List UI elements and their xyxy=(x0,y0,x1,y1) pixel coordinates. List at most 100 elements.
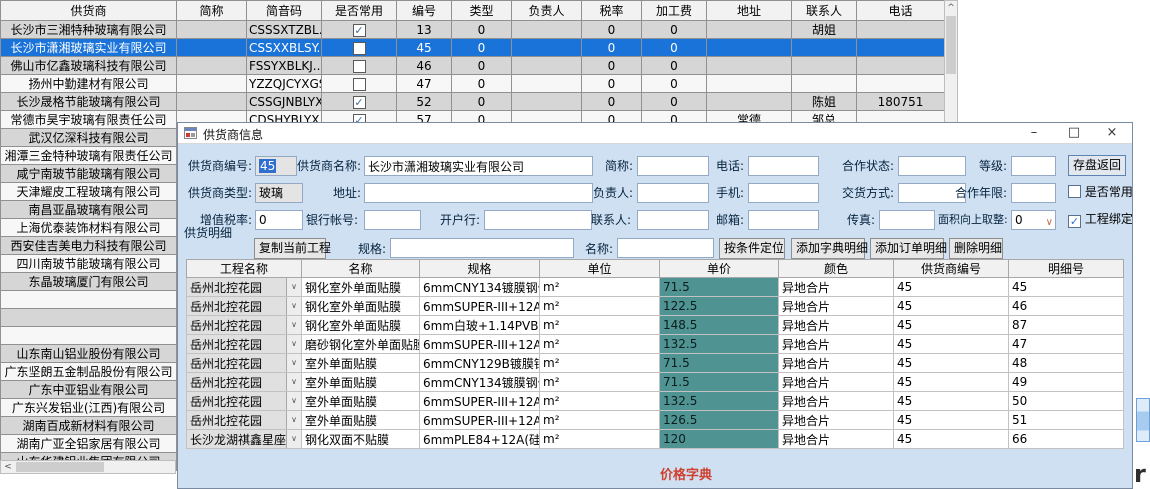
chevron-down-icon[interactable]: ∨ xyxy=(1046,214,1053,230)
supplier-row[interactable]: 长沙市三湘特种玻璃有限公司CSSSXTZBL...✓13000胡姐 xyxy=(1,21,945,39)
column-header[interactable]: 简音码 xyxy=(247,1,322,21)
detail-row[interactable]: 长沙龙湖祺鑫星座∨钢化双面不贴膜6mmPLE84+12A(硅酮胶...m²120… xyxy=(187,430,1124,449)
chevron-down-icon[interactable]: ∨ xyxy=(286,335,301,353)
supplier-row[interactable]: 长沙市潇湘玻璃实业有限公司CSSXXBLSY...45000 xyxy=(1,39,945,57)
area-round-up-combobox[interactable]: 0 ∨ xyxy=(1011,210,1056,230)
chevron-down-icon[interactable]: ∨ xyxy=(286,411,301,429)
chevron-down-icon[interactable]: ∨ xyxy=(286,278,301,296)
bank-name-field[interactable] xyxy=(484,210,592,230)
spec-filter-input[interactable] xyxy=(390,238,574,258)
is-common-checkbox[interactable]: 是否常用 xyxy=(1068,185,1133,201)
supplier-type-field[interactable]: 玻璃 xyxy=(255,183,303,203)
cell-project-combobox[interactable]: 岳州北控花园∨ xyxy=(187,373,302,392)
unchecked-checkbox-icon[interactable] xyxy=(353,78,366,91)
chevron-down-icon[interactable]: ∨ xyxy=(286,316,301,334)
manager-field[interactable] xyxy=(637,183,709,203)
scrollbar-thumb[interactable] xyxy=(16,462,104,472)
chevron-down-icon[interactable]: ∨ xyxy=(286,392,301,410)
scrollbar-thumb[interactable] xyxy=(946,16,956,74)
column-header[interactable]: 是否常用 xyxy=(322,1,397,21)
checkbox-icon[interactable]: ✓ xyxy=(1068,215,1081,228)
cell-project-combobox[interactable]: 岳州北控花园∨ xyxy=(187,297,302,316)
supplier-row[interactable]: 长沙晟格节能玻璃有限公司CSSGJNBLYXGS✓52000陈姐180751 xyxy=(1,93,945,111)
cell-common xyxy=(322,75,397,93)
chevron-down-icon[interactable]: ∨ xyxy=(286,354,301,372)
column-header[interactable]: 税率 xyxy=(582,1,642,21)
checkbox-icon[interactable] xyxy=(1068,185,1081,198)
column-header[interactable]: 联系人 xyxy=(792,1,857,21)
unchecked-checkbox-icon[interactable] xyxy=(353,42,366,55)
column-header[interactable]: 负责人 xyxy=(512,1,582,21)
name-filter-input[interactable] xyxy=(617,238,714,258)
suppliers-horizontal-scrollbar[interactable]: < xyxy=(0,460,176,474)
column-header[interactable]: 简称 xyxy=(177,1,247,21)
short-name-field[interactable] xyxy=(637,156,709,176)
detail-row[interactable]: 岳州北控花园∨室外单面贴膜6mmSUPER-III+12A(硅...m²132.… xyxy=(187,392,1124,411)
column-header[interactable]: 名称 xyxy=(302,260,420,278)
column-header[interactable]: 供货商编号 xyxy=(894,260,1009,278)
scroll-up-icon[interactable]: ^ xyxy=(945,1,957,15)
cell-project-combobox[interactable]: 岳州北控花园∨ xyxy=(187,392,302,411)
detail-row[interactable]: 岳州北控花园∨钢化室外单面贴膜6mm白玻+1.14PVB+6mm...m²148… xyxy=(187,316,1124,335)
detail-row[interactable]: 岳州北控花园∨磨砂钢化室外单面贴膜6mmSUPER-III+12A(硅...m²… xyxy=(187,335,1124,354)
detail-row[interactable]: 岳州北控花园∨室外单面贴膜6mmCNY134镀膜钢化m²71.5异地合片4549 xyxy=(187,373,1124,392)
maximize-button[interactable]: □ xyxy=(1056,123,1092,144)
column-header[interactable]: 单价 xyxy=(660,260,779,278)
chevron-down-icon[interactable]: ∨ xyxy=(286,430,301,448)
minimize-button[interactable]: – xyxy=(1016,123,1052,144)
column-header[interactable]: 规格 xyxy=(420,260,540,278)
scroll-left-icon[interactable]: < xyxy=(1,461,15,473)
cell-project-combobox[interactable]: 长沙龙湖祺鑫星座∨ xyxy=(187,430,302,449)
delete-detail-button[interactable]: 删除明细 xyxy=(949,238,1003,259)
chevron-down-icon[interactable]: ∨ xyxy=(286,373,301,391)
cell-project-combobox[interactable]: 岳州北控花园∨ xyxy=(187,411,302,430)
detail-row[interactable]: 岳州北控花园∨室外单面贴膜6mmCNY129B镀膜钢化m²71.5异地合片454… xyxy=(187,354,1124,373)
chevron-down-icon[interactable]: ∨ xyxy=(286,297,301,315)
address-field[interactable] xyxy=(364,183,593,203)
dialog-titlebar[interactable]: 供货商信息 – □ × xyxy=(178,123,1132,144)
column-header[interactable]: 加工费 xyxy=(642,1,707,21)
email-field[interactable] xyxy=(748,210,819,230)
detail-row[interactable]: 岳州北控花园∨钢化室外单面贴膜6mmCNY134镀膜钢化m²71.5异地合片45… xyxy=(187,278,1124,297)
add-dictionary-detail-button[interactable]: 添加字典明细 xyxy=(791,238,865,259)
column-header[interactable]: 电话 xyxy=(857,1,945,21)
fax-field[interactable] xyxy=(879,210,935,230)
supplier-row[interactable]: 扬州中勤建材有限公司YZZQJCYXGS47000 xyxy=(1,75,945,93)
mobile-field[interactable] xyxy=(748,183,819,203)
contact-field[interactable] xyxy=(637,210,709,230)
column-header[interactable]: 工程名称 xyxy=(187,260,302,278)
copy-current-project-button[interactable]: 复制当前工程 xyxy=(254,238,326,259)
checked-checkbox-icon[interactable]: ✓ xyxy=(353,24,366,37)
save-return-button[interactable]: 存盘返回 xyxy=(1068,155,1126,176)
supplier-row[interactable]: 佛山市亿鑫玻璃科技有限公司FSSYXBLKJ...46000 xyxy=(1,57,945,75)
column-header[interactable]: 编号 xyxy=(397,1,452,21)
locate-by-condition-button[interactable]: 按条件定位 xyxy=(719,238,785,259)
supplier-name-field[interactable] xyxy=(364,156,593,176)
checked-checkbox-icon[interactable]: ✓ xyxy=(353,96,366,109)
cell-project-combobox[interactable]: 岳州北控花园∨ xyxy=(187,335,302,354)
project-bind-checkbox[interactable]: ✓ 工程绑定 xyxy=(1068,212,1133,228)
bank-account-field[interactable] xyxy=(364,210,421,230)
cell-spec: 6mmSUPER-III+12A(硅... xyxy=(420,411,540,430)
detail-row[interactable]: 岳州北控花园∨室外单面贴膜6mmSUPER-III+12A(硅...m²126.… xyxy=(187,411,1124,430)
close-button[interactable]: × xyxy=(1094,123,1130,144)
column-header[interactable]: 颜色 xyxy=(779,260,894,278)
coop-years-field[interactable] xyxy=(1011,183,1056,203)
grade-field[interactable] xyxy=(1011,156,1056,176)
phone-field[interactable] xyxy=(748,156,819,176)
detail-row[interactable]: 岳州北控花园∨钢化室外单面贴膜6mmSUPER-III+12A(硅...m²12… xyxy=(187,297,1124,316)
cell-project-combobox[interactable]: 岳州北控花园∨ xyxy=(187,354,302,373)
column-header[interactable]: 类型 xyxy=(452,1,512,21)
cell-fee: 0 xyxy=(642,39,707,57)
cell-project-combobox[interactable]: 岳州北控花园∨ xyxy=(187,316,302,335)
detail-header-row: 工程名称名称规格单位单价颜色供货商编号明细号 xyxy=(187,260,1124,278)
coop-status-field[interactable] xyxy=(898,156,966,176)
column-header[interactable]: 地址 xyxy=(707,1,792,21)
column-header[interactable]: 供货商 xyxy=(1,1,177,21)
add-order-detail-button[interactable]: 添加订单明细 xyxy=(870,238,944,259)
column-header[interactable]: 明细号 xyxy=(1009,260,1124,278)
cell-phone xyxy=(857,39,945,57)
cell-project-combobox[interactable]: 岳州北控花园∨ xyxy=(187,278,302,297)
column-header[interactable]: 单位 xyxy=(540,260,660,278)
unchecked-checkbox-icon[interactable] xyxy=(353,60,366,73)
